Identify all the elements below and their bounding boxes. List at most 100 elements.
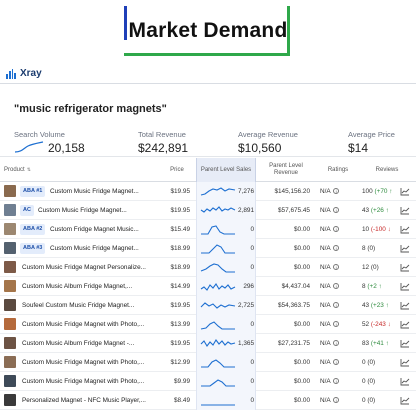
info-icon[interactable]: i — [333, 378, 340, 385]
product-name-link[interactable]: Custom Music Album Fridge Magnet,... — [22, 277, 150, 296]
info-icon[interactable]: i — [333, 283, 340, 290]
table-row[interactable]: ABA #1 Custom Music Fridge Magnet... $19.9… — [0, 182, 416, 201]
info-icon[interactable]: i — [333, 188, 340, 195]
trend-chart-icon[interactable] — [400, 206, 410, 215]
sales-sparkline[interactable] — [200, 223, 236, 236]
product-name-link[interactable]: Custom Music Fridge Magnet... — [38, 201, 150, 220]
product-name-link[interactable]: Custom Music Fridge Magnet with Photo,..… — [22, 372, 150, 391]
rating-value: N/A — [320, 359, 333, 366]
product-thumbnail[interactable] — [4, 280, 16, 292]
sales-sparkline[interactable] — [200, 280, 236, 293]
info-icon[interactable]: i — [333, 264, 340, 271]
bar-chart-icon — [6, 68, 16, 79]
price-value: $18.99 — [170, 264, 190, 271]
table-row[interactable]: Personalized Magnet - NFC Music Player,.… — [0, 391, 416, 410]
table-row[interactable]: ABA #2 Custom Fridge Magnet Music... $15.4… — [0, 220, 416, 239]
trend-chart-icon[interactable] — [400, 225, 410, 234]
trend-chart-icon[interactable] — [400, 339, 410, 348]
product-thumbnail[interactable] — [4, 261, 16, 273]
trend-chart-icon[interactable] — [400, 263, 410, 272]
product-thumbnail[interactable] — [4, 318, 16, 330]
sales-sparkline[interactable] — [200, 185, 236, 198]
trend-chart-icon[interactable] — [400, 187, 410, 196]
product-thumbnail[interactable] — [4, 337, 16, 349]
product-name-link[interactable]: Custom Music Fridge Magnet with Photo,..… — [22, 315, 150, 334]
column-header-ratings[interactable]: Ratings — [318, 158, 358, 182]
reviews-delta: (0) — [367, 245, 376, 252]
sales-sparkline[interactable] — [200, 261, 236, 274]
arrow-down-icon: ↓ — [385, 226, 391, 233]
reviews-delta: (+23 — [370, 302, 384, 309]
product-name-link[interactable]: Custom Music Fridge Magnet with Photo,..… — [22, 353, 150, 372]
stat-average-revenue: Average Revenue $10,560 — [238, 130, 298, 155]
table-row[interactable]: ABA #3 Custom Music Fridge Magnet... $18.9… — [0, 239, 416, 258]
product-name-link[interactable]: Soufeel Custom Music Fridge Magnet... — [22, 296, 150, 315]
info-icon[interactable]: i — [333, 226, 340, 233]
sales-sparkline[interactable] — [200, 356, 236, 369]
product-thumbnail[interactable] — [4, 185, 16, 197]
rating-cell: N/A i — [320, 296, 356, 315]
info-icon[interactable]: i — [333, 207, 340, 214]
trend-chart-icon[interactable] — [400, 244, 410, 253]
column-header-revenue[interactable]: Parent Level Revenue — [260, 158, 312, 182]
product-name-link[interactable]: Custom Music Fridge Magnet... — [50, 239, 150, 258]
table-row[interactable]: Custom Music Album Fridge Magnet -... $19… — [0, 334, 416, 353]
product-thumbnail[interactable] — [4, 223, 16, 235]
column-header-price[interactable]: Price — [160, 158, 194, 182]
trend-chart-icon[interactable] — [400, 320, 410, 329]
reviews-delta: (0) — [367, 359, 376, 366]
sales-value: 7,276 — [238, 188, 254, 195]
rating-value: N/A — [320, 378, 333, 385]
product-name-link[interactable]: Custom Fridge Magnet Music... — [50, 220, 150, 239]
info-icon[interactable]: i — [333, 359, 340, 366]
sales-sparkline[interactable] — [200, 242, 236, 255]
info-icon[interactable]: i — [333, 302, 340, 309]
sales-sparkline[interactable] — [200, 394, 236, 407]
product-thumbnail[interactable] — [4, 394, 16, 406]
arrow-down-icon: ↓ — [385, 321, 391, 328]
column-header-product[interactable]: Product ⇅ — [4, 158, 154, 182]
trend-chart-icon[interactable] — [400, 396, 410, 405]
product-name-link[interactable]: Custom Music Fridge Magnet... — [50, 182, 150, 201]
trend-chart-icon[interactable] — [400, 301, 410, 310]
table-row[interactable]: Soufeel Custom Music Fridge Magnet... $19… — [0, 296, 416, 315]
reviews-delta: (+26 — [370, 207, 384, 214]
stat-label: Average Price — [348, 130, 395, 139]
trend-chart-icon[interactable] — [400, 377, 410, 386]
sales-sparkline[interactable] — [200, 318, 236, 331]
reviews-count: 43 — [362, 302, 371, 309]
product-thumbnail[interactable] — [4, 375, 16, 387]
sales-sparkline[interactable] — [200, 299, 236, 312]
sales-value: 0 — [250, 359, 254, 366]
product-thumbnail[interactable] — [4, 299, 16, 311]
info-icon[interactable]: i — [333, 321, 340, 328]
xray-logo[interactable]: Xray — [6, 68, 42, 79]
column-header-sales[interactable]: Parent Level Sales — [196, 158, 256, 182]
table-row[interactable]: AC Custom Music Fridge Magnet... $19.95 2,8… — [0, 201, 416, 220]
table-row[interactable]: Custom Music Fridge Magnet Personalize..… — [0, 258, 416, 277]
reviews-count: 10 — [362, 226, 371, 233]
product-thumbnail[interactable] — [4, 204, 16, 216]
column-header-reviews[interactable]: Reviews — [362, 158, 412, 182]
reviews-count: 12 — [362, 264, 371, 271]
table-row[interactable]: Custom Music Fridge Magnet with Photo,..… — [0, 353, 416, 372]
sales-value: 1,365 — [238, 340, 254, 347]
table-row[interactable]: Custom Music Fridge Magnet with Photo,..… — [0, 372, 416, 391]
table-row[interactable]: Custom Music Album Fridge Magnet,... $14.… — [0, 277, 416, 296]
trend-sparkline-icon[interactable] — [14, 140, 44, 154]
stat-value: $242,891 — [138, 141, 189, 155]
info-icon[interactable]: i — [333, 245, 340, 252]
product-name-link[interactable]: Personalized Magnet - NFC Music Player,.… — [22, 391, 150, 410]
product-name-link[interactable]: Custom Music Album Fridge Magnet -... — [22, 334, 150, 353]
sales-sparkline[interactable] — [200, 204, 236, 217]
trend-chart-icon[interactable] — [400, 358, 410, 367]
info-icon[interactable]: i — [333, 340, 340, 347]
sales-sparkline[interactable] — [200, 375, 236, 388]
sales-sparkline[interactable] — [200, 337, 236, 350]
table-row[interactable]: Custom Music Fridge Magnet with Photo,..… — [0, 315, 416, 334]
trend-chart-icon[interactable] — [400, 282, 410, 291]
product-thumbnail[interactable] — [4, 242, 16, 254]
product-name-link[interactable]: Custom Music Fridge Magnet Personalize..… — [22, 258, 150, 277]
info-icon[interactable]: i — [333, 397, 340, 404]
product-thumbnail[interactable] — [4, 356, 16, 368]
